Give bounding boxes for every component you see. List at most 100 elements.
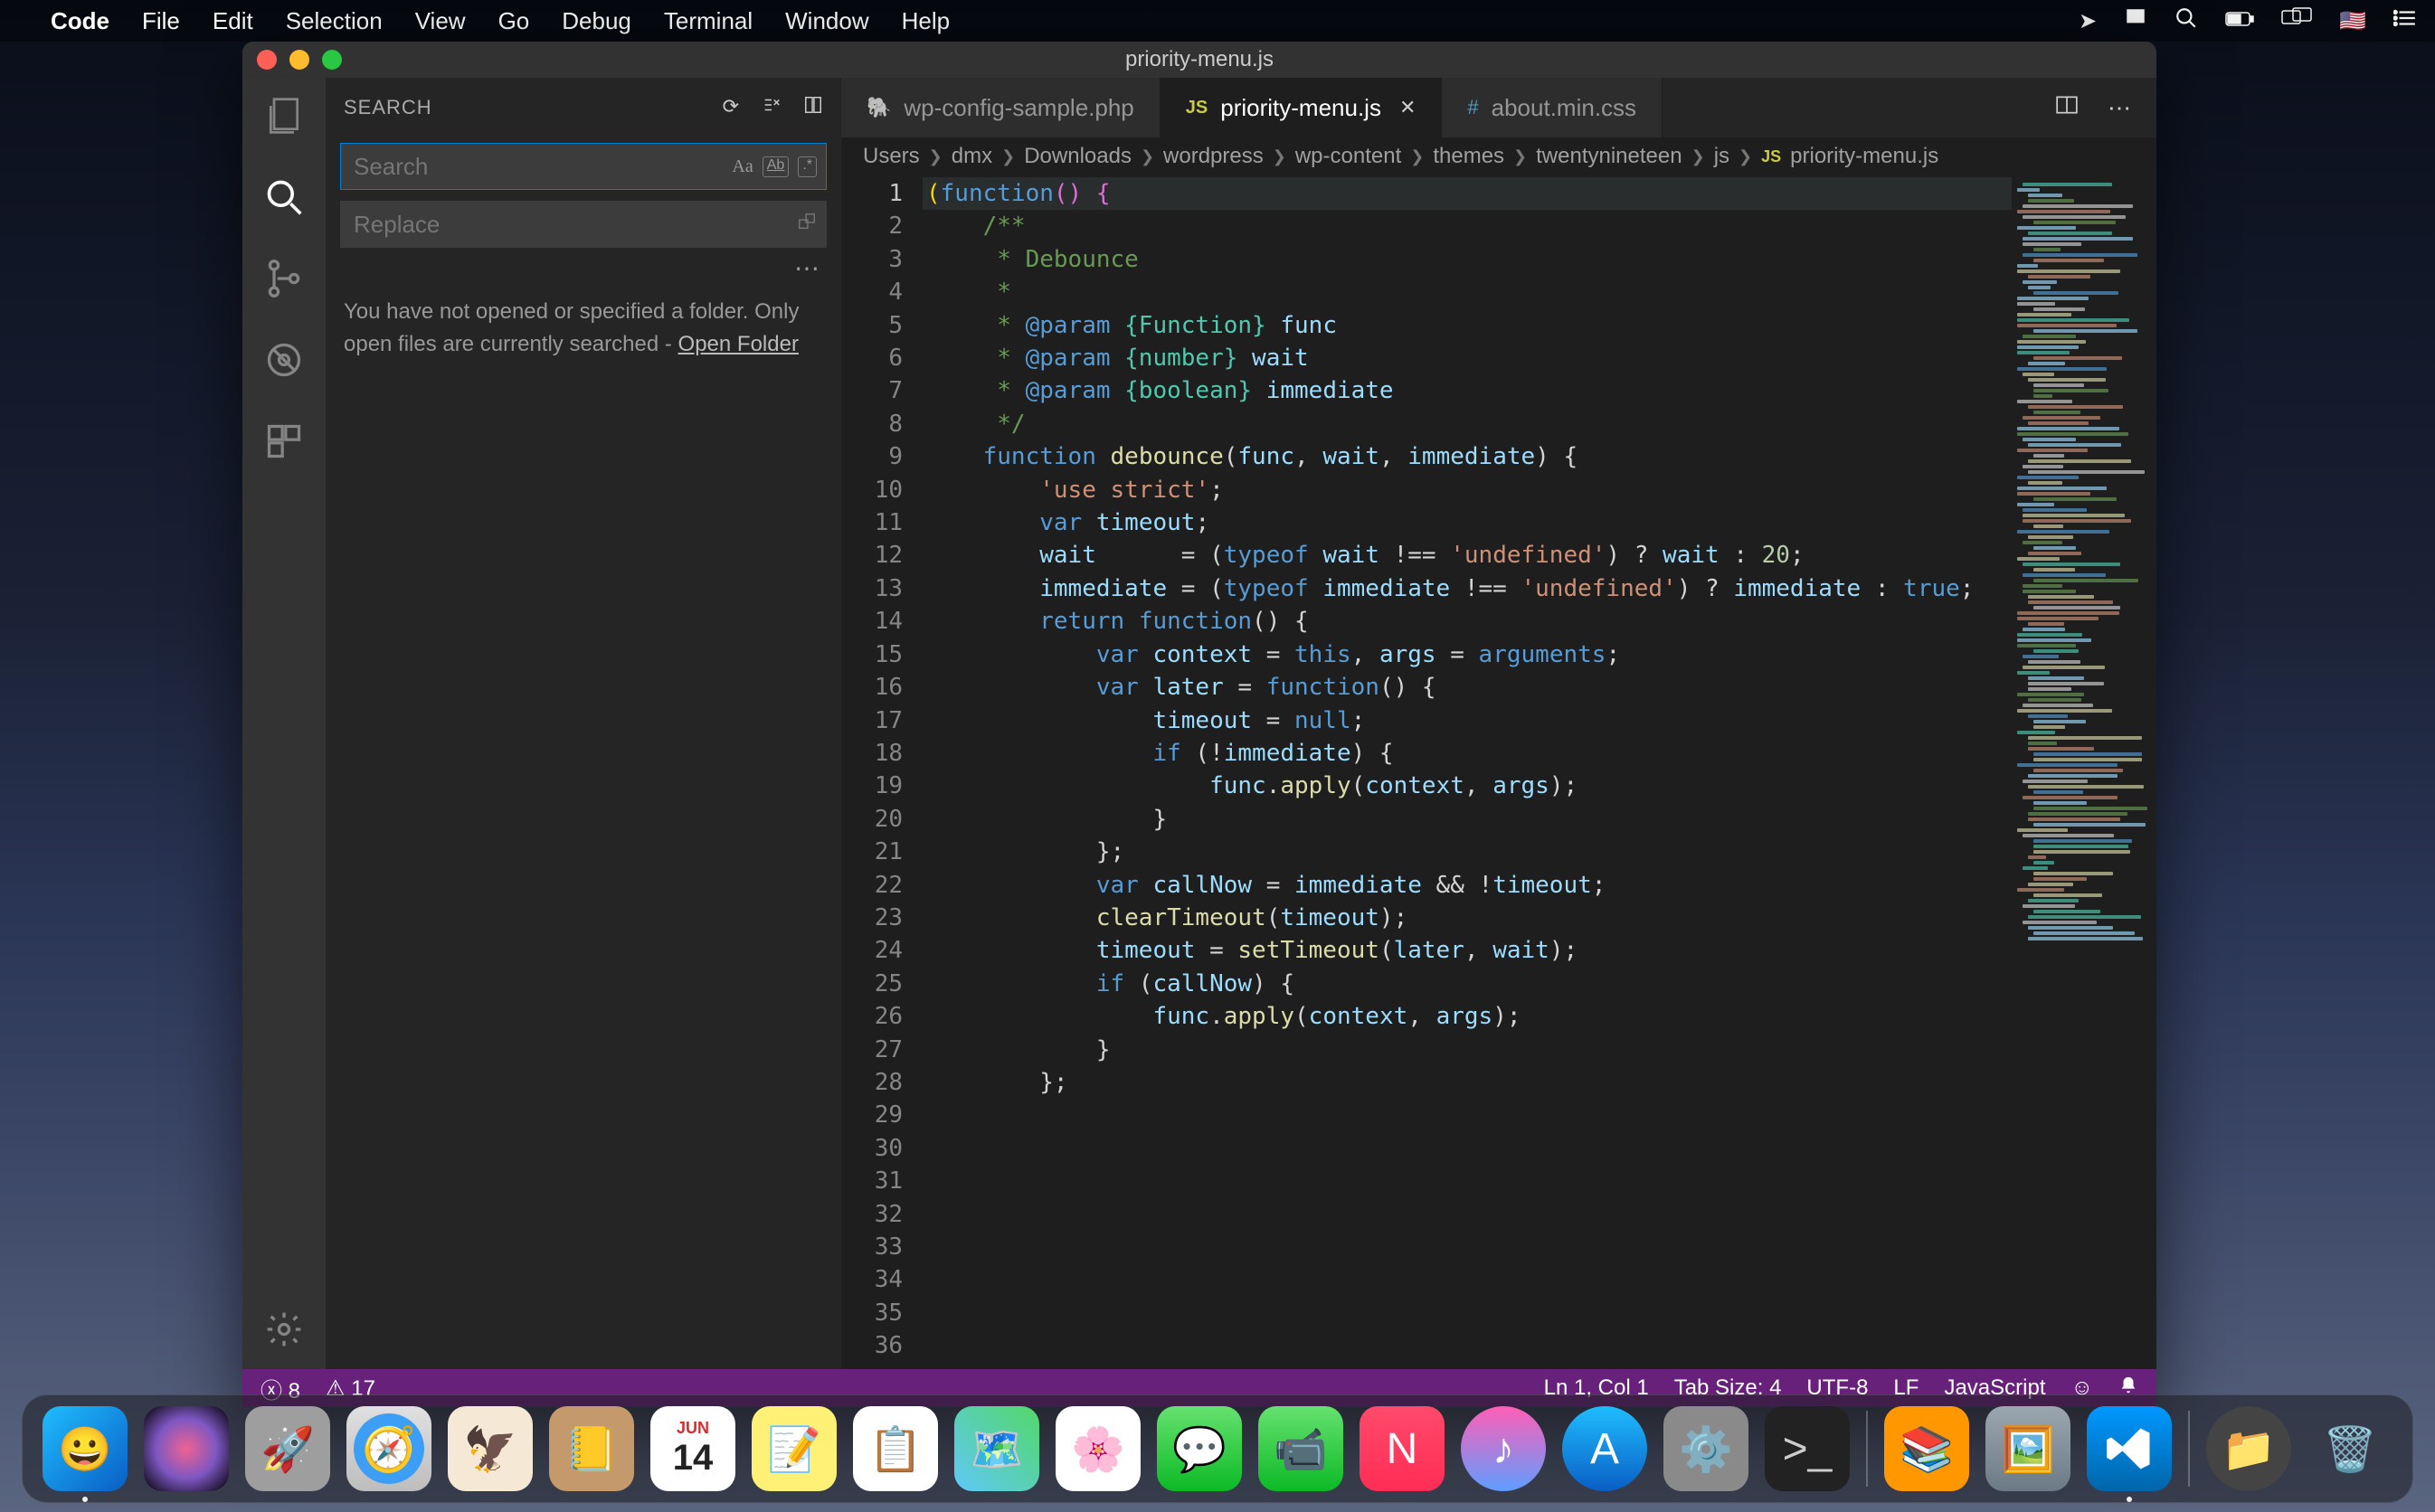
extensions-icon[interactable] <box>262 420 306 463</box>
chevron-right-icon: ❯ <box>1513 147 1527 166</box>
tab-label: priority-menu.js <box>1220 94 1381 122</box>
tab-about-css[interactable]: # about.min.css <box>1442 78 1663 137</box>
dock-contacts-icon[interactable]: 📒 <box>549 1406 634 1491</box>
dock-syspref-icon[interactable]: ⚙️ <box>1663 1406 1748 1491</box>
menu-go[interactable]: Go <box>498 7 530 35</box>
menu-view[interactable]: View <box>415 7 466 35</box>
source-control-icon[interactable] <box>262 257 306 300</box>
toggle-search-details[interactable]: ⋯ <box>326 253 841 283</box>
dock-reminders-icon[interactable]: 📋 <box>853 1406 938 1491</box>
minimap[interactable] <box>2012 175 2156 1369</box>
match-case-icon[interactable]: Aa <box>732 156 753 177</box>
dock-finder-icon[interactable]: 😀 <box>43 1406 128 1491</box>
replace-all-icon[interactable] <box>797 212 817 237</box>
dock-mail-icon[interactable]: 🦅 <box>448 1406 533 1491</box>
dock-messages-icon[interactable]: 💬 <box>1157 1406 1242 1491</box>
dock: 😀 🚀 🧭 🦅 📒 JUN 14 📝 📋 🗺️ 🌸 💬 📹 N ♪ A ⚙️ >… <box>22 1394 2413 1503</box>
dock-appstore-icon[interactable]: A <box>1562 1406 1647 1491</box>
battery-icon[interactable] <box>2225 8 2254 33</box>
debug-icon[interactable] <box>262 338 306 382</box>
breadcrumb-item[interactable]: js <box>1714 144 1729 169</box>
menu-debug[interactable]: Debug <box>562 7 631 35</box>
menu-selection[interactable]: Selection <box>286 7 383 35</box>
dock-maps-icon[interactable]: 🗺️ <box>954 1406 1039 1491</box>
menu-list-icon[interactable] <box>2393 6 2417 36</box>
tab-label: wp-config-sample.php <box>904 94 1133 122</box>
chevron-right-icon: ❯ <box>1001 147 1015 166</box>
dock-separator <box>1866 1411 1868 1487</box>
replace-input-container <box>340 201 827 248</box>
clear-icon[interactable] <box>762 95 782 120</box>
dock-notes-icon[interactable]: 📝 <box>752 1406 837 1491</box>
notifications-icon[interactable] <box>2124 6 2147 36</box>
dock-siri-icon[interactable] <box>144 1406 229 1491</box>
regex-icon[interactable]: .* <box>798 156 817 177</box>
window-title: priority-menu.js <box>242 47 2156 72</box>
sidebar-title: SEARCH <box>344 96 432 119</box>
whole-word-icon[interactable]: Ab <box>763 156 790 177</box>
more-actions-icon[interactable]: ⋯ <box>2108 94 2131 122</box>
chevron-right-icon: ❯ <box>929 147 943 166</box>
tabs-row: 🐘 wp-config-sample.php JS priority-menu.… <box>841 78 2156 137</box>
fullscreen-window-button[interactable] <box>322 50 342 70</box>
dock-calendar-icon[interactable]: JUN 14 <box>650 1406 735 1491</box>
tab-wp-config[interactable]: 🐘 wp-config-sample.php <box>841 78 1161 137</box>
input-source-icon[interactable]: 🇺🇸 <box>2339 8 2366 34</box>
dock-vscode-icon[interactable] <box>2087 1406 2172 1491</box>
menu-terminal[interactable]: Terminal <box>664 7 753 35</box>
macos-menubar: Code File Edit Selection View Go Debug T… <box>0 0 2435 42</box>
dock-facetime-icon[interactable]: 📹 <box>1258 1406 1343 1491</box>
dock-downloads-icon[interactable]: 📁 <box>2206 1406 2291 1491</box>
dock-photos-icon[interactable]: 🌸 <box>1056 1406 1141 1491</box>
activity-bar <box>242 78 326 1369</box>
cursor-icon[interactable]: ➤ <box>2079 8 2097 34</box>
replace-input[interactable] <box>354 211 813 239</box>
menu-file[interactable]: File <box>142 7 180 35</box>
menu-help[interactable]: Help <box>902 7 950 35</box>
menubar-app-name[interactable]: Code <box>51 7 109 35</box>
js-file-icon: JS <box>1761 147 1781 166</box>
chevron-right-icon: ❯ <box>1273 147 1286 166</box>
breadcrumb-item[interactable]: themes <box>1433 144 1504 169</box>
breadcrumb-item[interactable]: Downloads <box>1024 144 1132 169</box>
dock-preview-icon[interactable]: 🖼️ <box>1985 1406 2070 1491</box>
dock-news-icon[interactable]: N <box>1360 1406 1445 1491</box>
collapse-icon[interactable] <box>803 95 823 120</box>
dock-itunes-icon[interactable]: ♪ <box>1461 1406 1546 1491</box>
tab-priority-menu[interactable]: JS priority-menu.js ✕ <box>1161 78 1443 137</box>
menu-window[interactable]: Window <box>785 7 868 35</box>
breadcrumb-item[interactable]: dmx <box>952 144 992 169</box>
calendar-day: 14 <box>673 1438 714 1479</box>
dock-launchpad-icon[interactable]: 🚀 <box>245 1406 330 1491</box>
breadcrumb-item[interactable]: wordpress <box>1163 144 1264 169</box>
refresh-icon[interactable]: ⟳ <box>723 95 740 120</box>
chevron-right-icon: ❯ <box>1691 147 1705 166</box>
open-folder-link[interactable]: Open Folder <box>678 332 799 356</box>
close-window-button[interactable] <box>257 50 277 70</box>
breadcrumb-item[interactable]: Users <box>863 144 920 169</box>
breadcrumb-item[interactable]: twentynineteen <box>1536 144 1682 169</box>
split-editor-icon[interactable] <box>2055 93 2079 123</box>
settings-icon[interactable] <box>262 1308 306 1351</box>
search-icon[interactable] <box>262 175 306 219</box>
menu-edit[interactable]: Edit <box>213 7 253 35</box>
close-tab-icon[interactable]: ✕ <box>1399 96 1416 119</box>
breadcrumb-item[interactable]: wp-content <box>1295 144 1401 169</box>
js-file-icon: JS <box>1186 98 1208 118</box>
dock-trash-icon[interactable]: 🗑️ <box>2307 1406 2392 1491</box>
dock-terminal-icon[interactable]: >_ <box>1765 1406 1850 1491</box>
dock-safari-icon[interactable]: 🧭 <box>346 1406 431 1491</box>
editor-content[interactable]: 1234567891011121314151617181920212223242… <box>841 175 2156 1369</box>
chevron-right-icon: ❯ <box>1141 147 1154 166</box>
breadcrumbs[interactable]: Users ❯ dmx ❯ Downloads ❯ wordpress ❯ wp-con… <box>841 137 2156 175</box>
minimize-window-button[interactable] <box>289 50 309 70</box>
displays-icon[interactable] <box>2281 7 2312 35</box>
breadcrumb-item[interactable]: priority-menu.js <box>1790 144 1938 169</box>
window-titlebar[interactable]: priority-menu.js <box>242 42 2156 78</box>
vscode-window: priority-menu.js <box>242 42 2156 1407</box>
line-number-gutter: 1234567891011121314151617181920212223242… <box>841 175 923 1369</box>
dock-books-icon[interactable]: 📚 <box>1884 1406 1969 1491</box>
code-editor[interactable]: (function() { /** * Debounce * * @param … <box>923 175 2012 1369</box>
explorer-icon[interactable] <box>262 94 306 137</box>
spotlight-icon[interactable] <box>2174 6 2198 36</box>
